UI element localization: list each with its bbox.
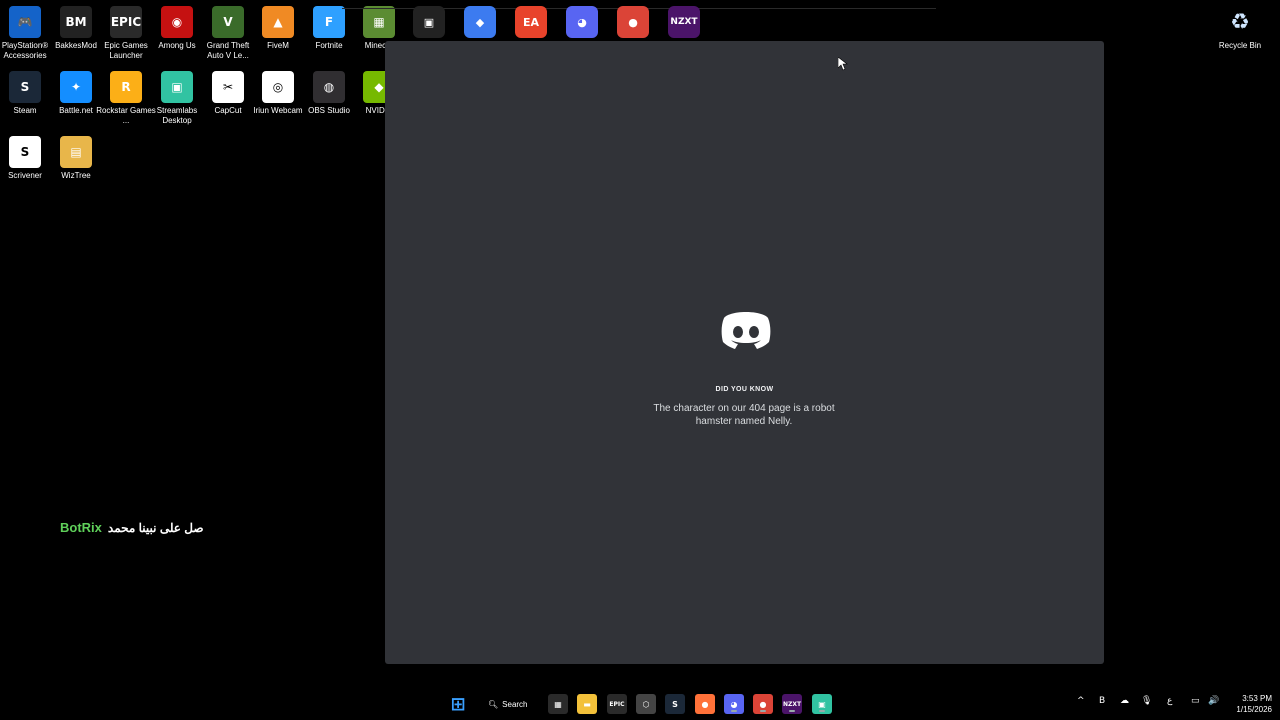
tray-display-icon[interactable]: ▭ xyxy=(1191,696,1200,706)
chrome-icon[interactable]: ● xyxy=(753,694,773,714)
app-icon: BM xyxy=(60,6,92,38)
ea-icon[interactable]: EA xyxy=(515,6,547,38)
store-icon[interactable]: ▦ xyxy=(548,694,568,714)
roblox-icon[interactable]: ▣ xyxy=(413,6,445,38)
desktop-icon[interactable]: 🎮 PlayStation® Accessories xyxy=(0,6,50,68)
desktop-icon[interactable]: ◍ OBS Studio xyxy=(304,71,354,133)
epic-icon[interactable]: EPIC xyxy=(607,694,627,714)
app-icon: ◍ xyxy=(313,71,345,103)
app-icon: ✦ xyxy=(60,71,92,103)
discord-icon[interactable]: ◕ xyxy=(566,6,598,38)
desktop-icon[interactable]: ▤ WizTree xyxy=(51,136,101,198)
app-icon: ◎ xyxy=(262,71,294,103)
recycle-bin-icon: ♻ xyxy=(1230,9,1250,35)
desktop-icon-label: WizTree xyxy=(61,171,91,180)
streamlabs-icon[interactable]: ▣ xyxy=(812,694,832,714)
desktop-icon[interactable]: S Scrivener xyxy=(0,136,50,198)
app-icon: R xyxy=(110,71,142,103)
store-glyph: ▦ xyxy=(554,699,562,709)
running-indicator xyxy=(760,710,766,712)
running-indicator xyxy=(819,710,825,712)
firefox-icon[interactable]: ● xyxy=(695,694,715,714)
clock[interactable]: 3:53 PM 1/15/2026 xyxy=(1222,693,1272,715)
desktop: 🎮 PlayStation® Accessories BM BakkesMod EPIC… xyxy=(0,0,1280,688)
desktop-icon[interactable]: ▲ FiveM xyxy=(253,6,303,68)
app-icon: ▣ xyxy=(161,71,193,103)
app-icon: ◉ xyxy=(161,6,193,38)
mouse-cursor-icon xyxy=(838,57,848,71)
chrome-icon[interactable]: ● xyxy=(617,6,649,38)
file-explorer-glyph: ▬ xyxy=(583,699,591,709)
desktop-icon[interactable]: EPIC Epic Games Launcher xyxy=(101,6,151,68)
app-icon: ✂ xyxy=(212,71,244,103)
nzxt-glyph: NZXT xyxy=(782,700,802,708)
taskbar: ⊞ ▦ ▬ EPIC ⬡ S ● ◕ ● NZXT ▣ 🔍︎ Search ^ B ☁ 🎙 ع ▭ 🔊 3:53… xyxy=(0,688,1280,720)
app-icon: 🎮 xyxy=(9,6,41,38)
discord-icon[interactable]: ◕ xyxy=(724,694,744,714)
volume-icon[interactable]: 🔊 xyxy=(1208,696,1219,706)
app-icon: EPIC xyxy=(110,6,142,38)
nzxt-icon[interactable]: NZXT xyxy=(668,6,700,38)
streamlabs-glyph: ▣ xyxy=(818,699,826,709)
running-indicator xyxy=(731,710,737,712)
desktop-icon[interactable]: S Steam xyxy=(0,71,50,133)
search-icon: 🔍︎ xyxy=(488,699,499,709)
desktop-icon[interactable]: V Grand Theft Auto V Le... xyxy=(203,6,253,68)
running-indicator xyxy=(789,710,795,712)
firefox-glyph: ● xyxy=(701,699,709,709)
desktop-icon[interactable]: ✦ Battle.net xyxy=(51,71,101,133)
discord-glyph: ◕ xyxy=(730,699,738,709)
app-icon: ▲ xyxy=(262,6,294,38)
desktop-icon[interactable]: F Fortnite xyxy=(304,6,354,68)
epic-glyph: EPIC xyxy=(609,700,625,708)
desktop-icon[interactable]: ◉ Among Us xyxy=(152,6,202,68)
app-icon: ▦ xyxy=(363,6,395,38)
recycle-bin-label: Recycle Bin xyxy=(1218,41,1262,50)
language-indicator[interactable]: ع xyxy=(1167,696,1172,706)
stream-overlay-text: BotRix صل على نبينا محمد xyxy=(60,520,204,535)
steam-glyph: S xyxy=(672,699,678,709)
desktop-icon[interactable]: ✂ CapCut xyxy=(203,71,253,133)
app-icon: ▤ xyxy=(60,136,92,168)
app-icon: V xyxy=(212,6,244,38)
app-icon: S xyxy=(9,136,41,168)
discord-splash-window: DID YOU KNOW The character on our 404 pa… xyxy=(385,41,1104,664)
overlay-brand: BotRix xyxy=(60,520,102,535)
file-explorer-icon[interactable]: ▬ xyxy=(577,694,597,714)
recycle-bin[interactable]: ♻ Recycle Bin xyxy=(1215,6,1265,68)
taskbar-search-button[interactable]: 🔍︎ Search xyxy=(480,694,548,714)
tray-overflow-icon[interactable]: ^ xyxy=(1077,696,1085,706)
desktop-icon[interactable]: ◎ Iriun Webcam xyxy=(253,71,303,133)
desktop-icon[interactable]: BM BakkesMod xyxy=(51,6,101,68)
nzxt-icon[interactable]: NZXT xyxy=(782,694,802,714)
search-label: Search xyxy=(502,699,528,709)
unity-icon[interactable]: ⬡ xyxy=(636,694,656,714)
discord-logo-icon xyxy=(721,312,771,349)
desktop-icon[interactable]: R Rockstar Games ... xyxy=(96,71,156,133)
tray-b-icon[interactable]: B xyxy=(1099,696,1105,706)
steam-icon[interactable]: S xyxy=(665,694,685,714)
did-you-know-fact: The character on our 404 page is a robot… xyxy=(653,403,835,427)
app-icon: F xyxy=(313,6,345,38)
roblox-studio-icon[interactable]: ◆ xyxy=(464,6,496,38)
app-icon: S xyxy=(9,71,41,103)
tray-cloud-icon[interactable]: ☁ xyxy=(1120,696,1129,706)
tray-mic-icon[interactable]: 🎙 xyxy=(1141,696,1152,706)
clock-time: 3:53 PM xyxy=(1242,694,1272,703)
start-icon[interactable]: ⊞ xyxy=(448,693,468,715)
start-glyph: ⊞ xyxy=(450,693,466,715)
did-you-know-heading: DID YOU KNOW xyxy=(715,386,774,393)
chrome-glyph: ● xyxy=(759,699,767,709)
unity-glyph: ⬡ xyxy=(642,699,650,709)
clock-date: 1/15/2026 xyxy=(1236,705,1272,714)
overlay-arabic: صل على نبينا محمد xyxy=(107,520,204,535)
desktop-icon[interactable]: ▣ Streamlabs Desktop xyxy=(152,71,202,133)
